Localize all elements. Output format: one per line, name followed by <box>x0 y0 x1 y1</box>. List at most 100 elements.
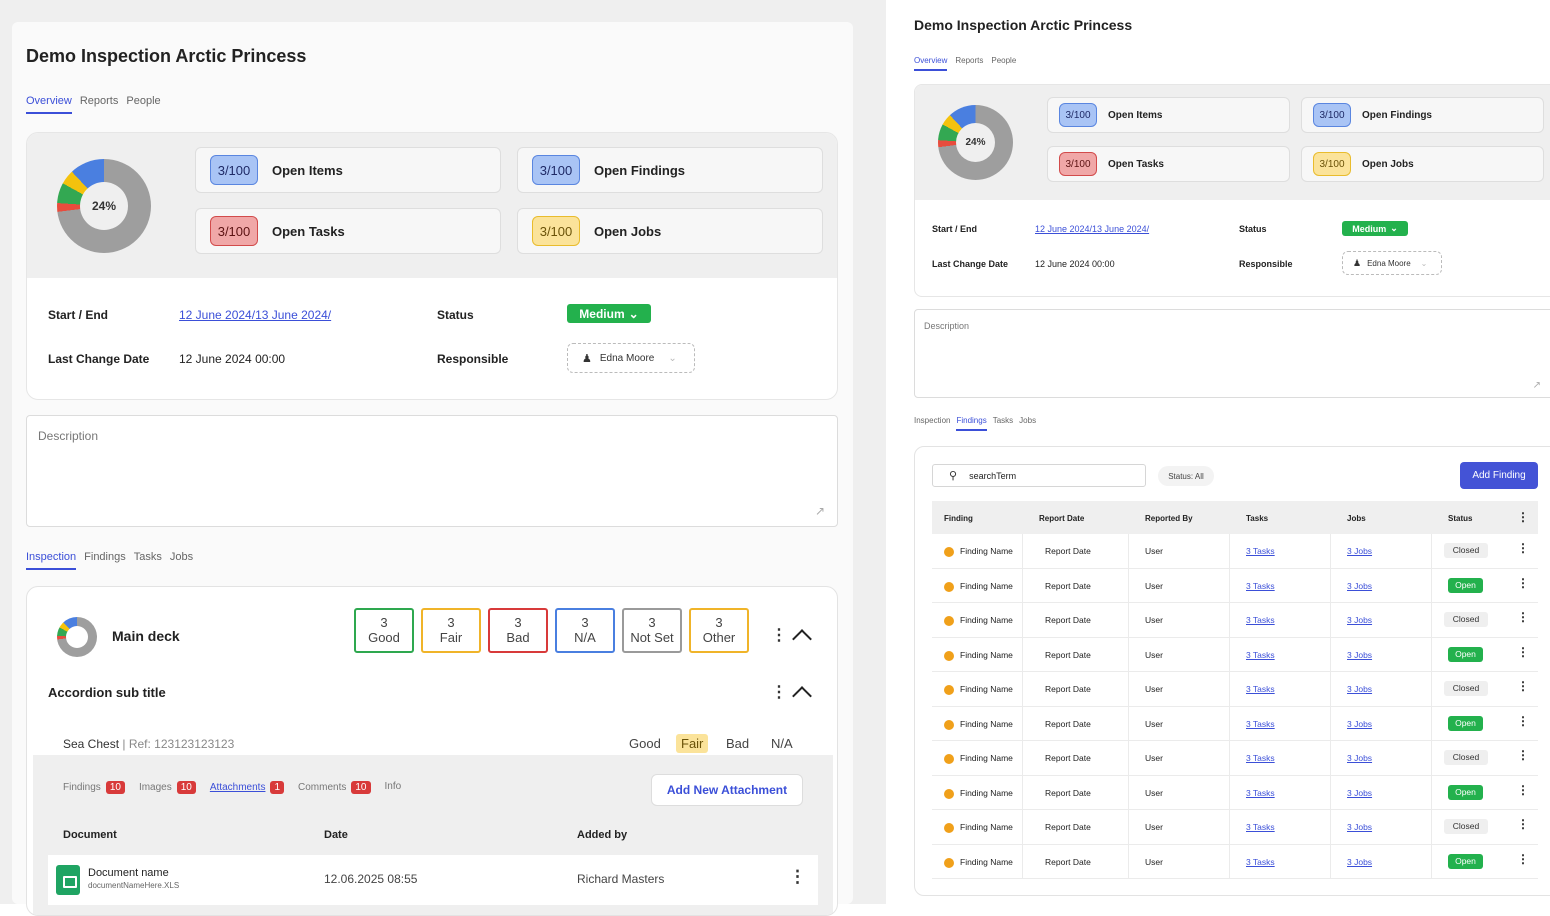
report-date: Report Date <box>1045 822 1091 832</box>
right-stat-open-jobs[interactable]: 3/100 Open Jobs <box>1301 146 1544 182</box>
sub-more-icon[interactable]: ⋮ <box>771 682 787 702</box>
tab-inspection[interactable]: Inspection <box>26 551 77 570</box>
option-fair[interactable]: Fair <box>676 734 709 753</box>
collapse-chevron-up-icon[interactable] <box>792 629 812 649</box>
stat-open-findings[interactable]: 3/100 Open Findings <box>517 147 823 193</box>
rating-good[interactable]: 3 Good <box>354 608 414 653</box>
add-attachment-button[interactable]: Add New Attachment <box>651 774 803 806</box>
rating-na[interactable]: 3 N/A <box>555 608 615 653</box>
item-tab-findings[interactable]: Findings 10 <box>63 781 125 794</box>
jobs-link[interactable]: 3 Jobs <box>1347 719 1372 729</box>
tab-jobs[interactable]: Jobs <box>170 551 193 570</box>
add-finding-button[interactable]: Add Finding <box>1460 462 1538 489</box>
status-filter-chip[interactable]: Status: All <box>1158 466 1214 486</box>
row-more-icon[interactable]: ⋮ <box>1517 679 1529 693</box>
tasks-link[interactable]: 3 Tasks <box>1246 684 1275 694</box>
resize-handle-icon[interactable]: ↗ <box>815 504 825 518</box>
table-more-icon[interactable]: ⋮ <box>1517 510 1529 524</box>
search-icon: ⚲ <box>949 470 958 482</box>
tasks-link[interactable]: 3 Tasks <box>1246 788 1275 798</box>
jobs-link[interactable]: 3 Jobs <box>1347 581 1372 591</box>
rating-fair[interactable]: 3 Fair <box>421 608 481 653</box>
tasks-link[interactable]: 3 Tasks <box>1246 650 1275 660</box>
tasks-link[interactable]: 3 Tasks <box>1246 719 1275 729</box>
status-dropdown[interactable]: Medium ⌄ <box>1342 221 1408 236</box>
resize-handle-icon[interactable]: ↗ <box>1533 380 1541 391</box>
jobs-link[interactable]: 3 Jobs <box>1347 822 1372 832</box>
tab-tasks[interactable]: Tasks <box>993 416 1013 431</box>
jobs-link[interactable]: 3 Jobs <box>1347 684 1372 694</box>
stat-open-items[interactable]: 3/100 Open Items <box>195 147 501 193</box>
right-stat-open-findings[interactable]: 3/100 Open Findings <box>1301 97 1544 133</box>
item-tab-comments[interactable]: Comments 10 <box>298 781 371 794</box>
tab-label: Comments <box>298 782 347 793</box>
tab-findings[interactable]: Findings <box>956 416 987 431</box>
row-more-icon[interactable]: ⋮ <box>1517 714 1529 728</box>
tab-overview[interactable]: Overview <box>26 95 72 114</box>
tasks-link[interactable]: 3 Tasks <box>1246 822 1275 832</box>
row-more-icon[interactable]: ⋮ <box>1517 817 1529 831</box>
rating-bad[interactable]: 3 Bad <box>488 608 548 653</box>
option-good[interactable]: Good <box>624 734 666 753</box>
start-end-link[interactable]: 12 June 2024/13 June 2024/ <box>1035 224 1149 234</box>
option-bad[interactable]: Bad <box>721 734 754 753</box>
tab-people[interactable]: People <box>126 95 160 114</box>
row-more-icon[interactable]: ⋮ <box>1517 541 1529 555</box>
tasks-link[interactable]: 3 Tasks <box>1246 615 1275 625</box>
finding-name: Finding Name <box>960 546 1013 556</box>
jobs-link[interactable]: 3 Jobs <box>1347 753 1372 763</box>
tab-overview[interactable]: Overview <box>914 56 948 71</box>
row-more-icon[interactable]: ⋮ <box>1517 852 1529 866</box>
jobs-link[interactable]: 3 Jobs <box>1347 857 1372 867</box>
tab-people[interactable]: People <box>991 56 1016 71</box>
row-more-icon[interactable]: ⋮ <box>1517 576 1529 590</box>
item-tab-info[interactable]: Info <box>385 781 402 794</box>
right-stat-open-tasks[interactable]: 3/100 Open Tasks <box>1047 146 1290 182</box>
stat-label: Open Items <box>272 162 343 178</box>
row-more-icon[interactable]: ⋮ <box>1517 610 1529 624</box>
description-field[interactable]: Description ↗ <box>26 415 838 527</box>
sub-collapse-chevron-up-icon[interactable] <box>792 686 812 706</box>
finding-name: Finding Name <box>960 718 1013 729</box>
jobs-link[interactable]: 3 Jobs <box>1347 546 1372 556</box>
tab-reports[interactable]: Reports <box>80 95 119 114</box>
rating-not-set[interactable]: 3 Not Set <box>622 608 682 653</box>
responsible-select[interactable]: ♟ Edna Moore ⌄ <box>1342 251 1442 275</box>
document-name: Document name <box>88 867 169 879</box>
right-description-field[interactable]: Description ↗ <box>914 309 1550 398</box>
tab-tasks[interactable]: Tasks <box>134 551 162 570</box>
row-more-icon[interactable]: ⋮ <box>1517 783 1529 797</box>
attachment-row[interactable]: Document name documentNameHere.XLS 12.06… <box>48 855 818 905</box>
tab-reports[interactable]: Reports <box>955 56 983 71</box>
report-date: Report Date <box>1045 787 1091 798</box>
status-dropdown[interactable]: Medium ⌄ <box>567 304 651 323</box>
tab-jobs[interactable]: Jobs <box>1019 416 1036 431</box>
tasks-link[interactable]: 3 Tasks <box>1246 581 1275 591</box>
row-more-icon[interactable]: ⋮ <box>789 867 806 887</box>
stat-badge: 3/100 <box>1313 103 1351 127</box>
row-more-icon[interactable]: ⋮ <box>1517 748 1529 762</box>
tab-inspection[interactable]: Inspection <box>914 416 950 431</box>
stat-open-tasks[interactable]: 3/100 Open Tasks <box>195 208 501 254</box>
option-na[interactable]: N/A <box>766 734 798 753</box>
jobs-link[interactable]: 3 Jobs <box>1347 650 1372 660</box>
start-end-link[interactable]: 12 June 2024/13 June 2024/ <box>179 308 331 322</box>
stat-badge: 3/100 <box>1313 152 1351 176</box>
tasks-link[interactable]: 3 Tasks <box>1246 857 1275 867</box>
search-input[interactable]: ⚲ searchTerm <box>932 464 1146 487</box>
reported-by: User <box>1145 580 1163 591</box>
responsible-select[interactable]: ♟ Edna Moore ⌄ <box>567 343 695 373</box>
tasks-link[interactable]: 3 Tasks <box>1246 546 1275 556</box>
rating-count: 3 <box>715 615 723 630</box>
jobs-link[interactable]: 3 Jobs <box>1347 615 1372 625</box>
stat-open-jobs[interactable]: 3/100 Open Jobs <box>517 208 823 254</box>
jobs-link[interactable]: 3 Jobs <box>1347 788 1372 798</box>
right-stat-open-items[interactable]: 3/100 Open Items <box>1047 97 1290 133</box>
rating-other[interactable]: 3 Other <box>689 608 749 653</box>
item-tab-images[interactable]: Images 10 <box>139 781 196 794</box>
item-tab-attachments[interactable]: Attachments 1 <box>210 781 285 794</box>
row-more-icon[interactable]: ⋮ <box>1517 645 1529 659</box>
section-more-icon[interactable]: ⋮ <box>771 625 787 645</box>
tab-findings[interactable]: Findings <box>84 551 126 570</box>
tasks-link[interactable]: 3 Tasks <box>1246 753 1275 763</box>
